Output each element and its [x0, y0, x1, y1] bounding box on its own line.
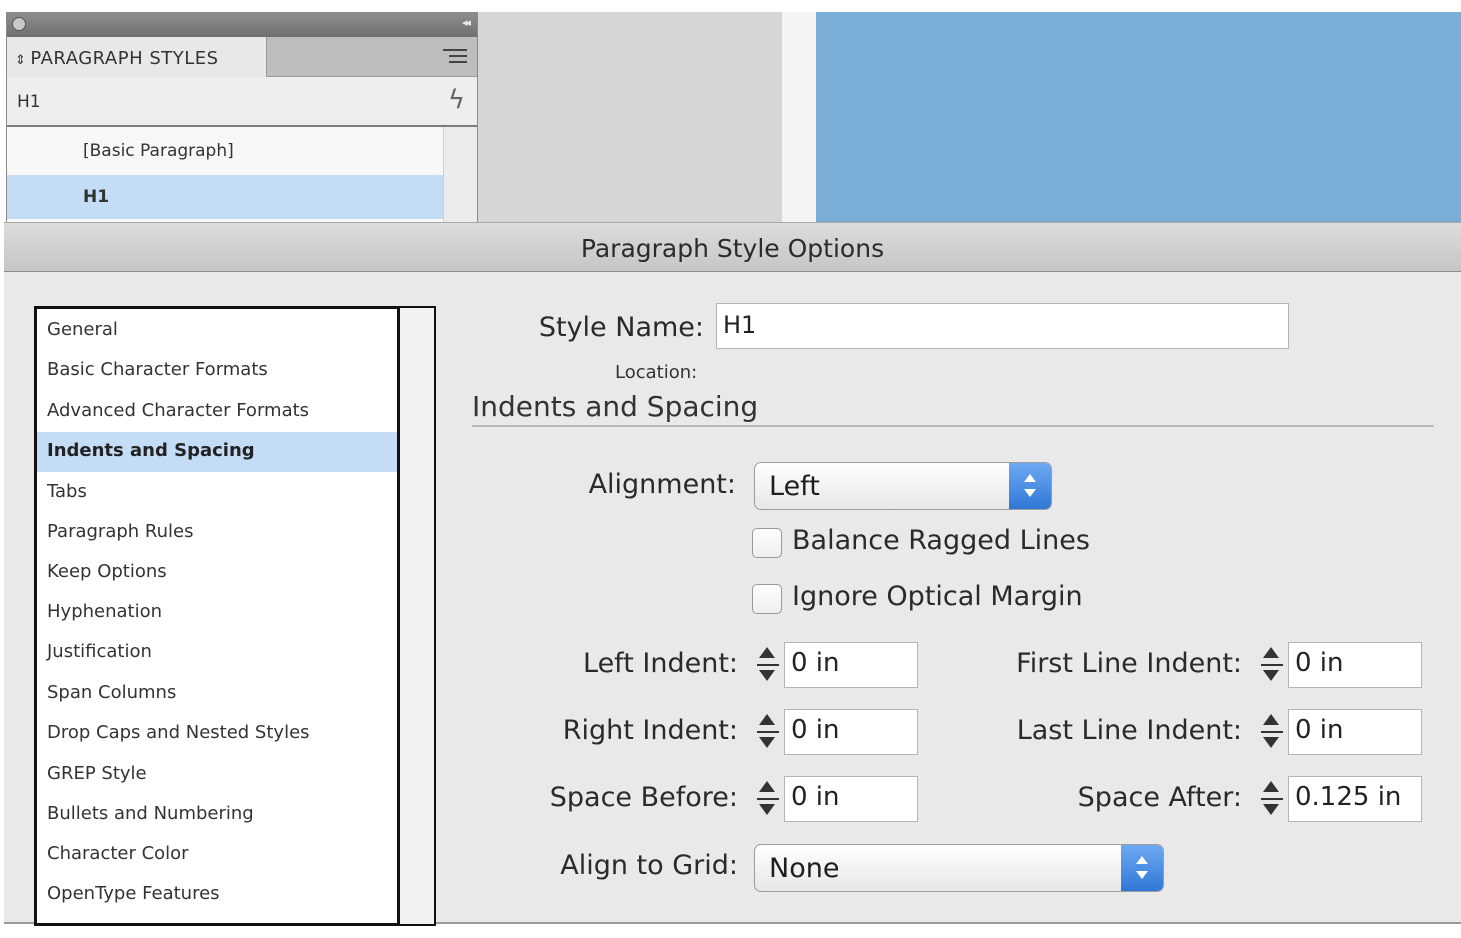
right-indent-label: Right Indent:: [562, 715, 738, 746]
left-indent-label: Left Indent:: [583, 648, 738, 679]
space-after-value: 0.125 in: [1295, 782, 1402, 812]
dialog-titlebar: Paragraph Style Options: [4, 222, 1461, 272]
category-general[interactable]: General: [37, 311, 397, 351]
updown-arrows-icon: ⇕: [15, 53, 27, 68]
category-list-scrollbar[interactable]: [400, 306, 436, 926]
space-after-label: Space After:: [1077, 782, 1242, 813]
style-name-field[interactable]: H1: [716, 303, 1289, 349]
align-to-grid-value: None: [769, 853, 840, 884]
right-indent-field[interactable]: 0 in: [784, 709, 918, 755]
tab-label: ⇕ PARAGRAPH STYLES: [15, 48, 219, 69]
styles-list: [Basic Paragraph] H1: [7, 127, 443, 223]
section-divider: [472, 425, 1434, 427]
alignment-select[interactable]: Left: [754, 462, 1052, 510]
collapse-panel-icon[interactable]: ◂◂: [462, 16, 471, 29]
alignment-value: Left: [769, 471, 820, 502]
space-after-field[interactable]: 0.125 in: [1288, 776, 1422, 822]
left-indent-field[interactable]: 0 in: [784, 642, 918, 688]
right-indent-value: 0 in: [791, 715, 840, 745]
panel-tabbar: ⇕ PARAGRAPH STYLES: [7, 37, 477, 77]
last-line-indent-label: Last Line Indent:: [1016, 715, 1242, 746]
list-item-h1[interactable]: H1: [7, 175, 443, 219]
pasteboard: [478, 12, 782, 222]
last-line-indent-value: 0 in: [1295, 715, 1344, 745]
space-before-stepper-icon[interactable]: [753, 776, 783, 822]
balance-ragged-lines-checkbox[interactable]: [752, 528, 782, 558]
list-item-label: [Basic Paragraph]: [83, 141, 234, 161]
space-before-field[interactable]: 0 in: [784, 776, 918, 822]
category-hyphenation[interactable]: Hyphenation: [37, 593, 397, 633]
align-to-grid-select[interactable]: None: [754, 844, 1164, 892]
right-indent-stepper-icon[interactable]: [753, 709, 783, 755]
panel-titlebar: ◂◂: [7, 13, 477, 37]
last-line-indent-stepper-icon[interactable]: [1257, 709, 1287, 755]
category-indents-and-spacing[interactable]: Indents and Spacing: [37, 432, 397, 472]
align-to-grid-label: Align to Grid:: [560, 850, 738, 881]
balance-ragged-lines-label: Balance Ragged Lines: [792, 525, 1090, 556]
category-list: General Basic Character Formats Advanced…: [34, 306, 400, 926]
category-keep-options[interactable]: Keep Options: [37, 553, 397, 593]
last-line-indent-field[interactable]: 0 in: [1288, 709, 1422, 755]
close-icon[interactable]: [12, 17, 26, 31]
category-bullets-and-numbering[interactable]: Bullets and Numbering: [37, 795, 397, 835]
location-label: Location:: [615, 362, 698, 383]
first-line-indent-label: First Line Indent:: [1016, 648, 1242, 679]
styles-list-scrollbar[interactable]: [443, 127, 477, 223]
category-character-color[interactable]: Character Color: [37, 835, 397, 875]
popup-arrows-icon: [1009, 463, 1051, 509]
list-item-basic-paragraph[interactable]: [Basic Paragraph]: [7, 129, 443, 173]
page-edge: [782, 12, 816, 222]
list-item-label: H1: [83, 187, 110, 207]
category-basic-character-formats[interactable]: Basic Character Formats: [37, 351, 397, 391]
category-tabs[interactable]: Tabs: [37, 473, 397, 513]
left-indent-value: 0 in: [791, 648, 840, 678]
first-line-indent-value: 0 in: [1295, 648, 1344, 678]
lightning-icon[interactable]: ϟ: [448, 85, 465, 115]
first-line-indent-stepper-icon[interactable]: [1257, 642, 1287, 688]
category-span-columns[interactable]: Span Columns: [37, 674, 397, 714]
panel-menu-icon[interactable]: [443, 49, 467, 65]
section-title: Indents and Spacing: [472, 390, 759, 423]
first-line-indent-field[interactable]: 0 in: [1288, 642, 1422, 688]
category-advanced-character-formats[interactable]: Advanced Character Formats: [37, 392, 397, 432]
category-justification[interactable]: Justification: [37, 633, 397, 673]
category-opentype-features[interactable]: OpenType Features: [37, 875, 397, 915]
current-style-name: H1: [17, 92, 41, 112]
popup-arrows-icon: [1121, 845, 1163, 891]
left-indent-stepper-icon[interactable]: [753, 642, 783, 688]
ignore-optical-margin-label: Ignore Optical Margin: [792, 581, 1083, 612]
alignment-label: Alignment:: [588, 469, 736, 500]
dialog-title: Paragraph Style Options: [580, 234, 885, 263]
space-after-stepper-icon[interactable]: [1257, 776, 1287, 822]
page-background: [816, 12, 1461, 222]
tab-paragraph-styles[interactable]: ⇕ PARAGRAPH STYLES: [7, 37, 267, 77]
space-before-value: 0 in: [791, 782, 840, 812]
style-name-value: H1: [723, 311, 757, 339]
paragraph-styles-panel: ◂◂ ⇕ PARAGRAPH STYLES H1 ϟ [Basic Paragra…: [6, 12, 478, 223]
space-before-label: Space Before:: [549, 782, 738, 813]
category-grep-style[interactable]: GREP Style: [37, 755, 397, 795]
category-paragraph-rules[interactable]: Paragraph Rules: [37, 513, 397, 553]
current-style-bar: H1 ϟ: [7, 77, 477, 127]
ignore-optical-margin-checkbox[interactable]: [752, 584, 782, 614]
style-name-label: Style Name:: [538, 312, 704, 343]
category-drop-caps[interactable]: Drop Caps and Nested Styles: [37, 714, 397, 754]
